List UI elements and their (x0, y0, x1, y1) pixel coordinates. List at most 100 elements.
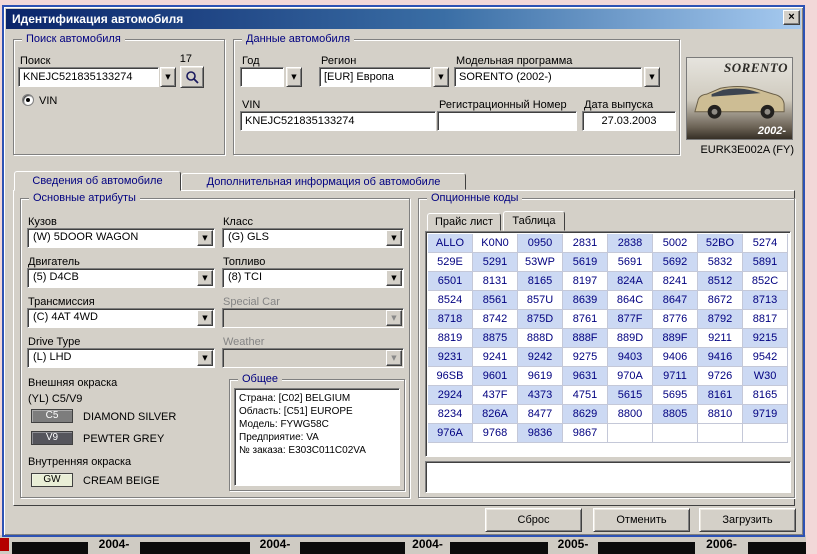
class-combo[interactable]: (G) GLS ▼ (222, 228, 404, 248)
option-code-cell[interactable]: 9601 (473, 367, 518, 386)
option-code-cell[interactable]: 9403 (608, 348, 653, 367)
engine-combo[interactable]: (5) D4CB ▼ (27, 268, 215, 288)
option-code-cell[interactable]: 8761 (563, 310, 608, 329)
option-code-cell[interactable]: 9619 (518, 367, 563, 386)
search-input[interactable] (18, 67, 159, 87)
option-code-cell[interactable] (653, 424, 698, 443)
model-program-field[interactable] (454, 67, 642, 87)
option-code-cell[interactable]: 9406 (653, 348, 698, 367)
option-code-cell[interactable]: 0950 (518, 234, 563, 253)
option-code-cell[interactable]: 9631 (563, 367, 608, 386)
option-code-cell[interactable]: 2838 (608, 234, 653, 253)
option-code-cell[interactable]: 5695 (653, 386, 698, 405)
tab-price-list[interactable]: Прайс лист (427, 213, 501, 231)
option-code-cell[interactable]: 875D (518, 310, 563, 329)
option-code-cell[interactable]: K0N0 (473, 234, 518, 253)
tab-table[interactable]: Таблица (503, 211, 565, 231)
option-code-cell[interactable]: 889F (653, 329, 698, 348)
tab-additional-info[interactable]: Дополнительная информация об автомобиле (181, 173, 466, 190)
option-code-cell[interactable]: 8639 (563, 291, 608, 310)
option-code-cell[interactable]: 52BO (698, 234, 743, 253)
option-code-cell[interactable]: 8817 (743, 310, 788, 329)
option-code-cell[interactable]: 8161 (698, 386, 743, 405)
option-code-cell[interactable]: 8241 (653, 272, 698, 291)
reset-button[interactable]: Сброс (485, 508, 582, 532)
option-code-cell[interactable]: 852C (743, 272, 788, 291)
option-code-cell[interactable]: 9836 (518, 424, 563, 443)
option-code-cell[interactable]: 5692 (653, 253, 698, 272)
drive-type-combo[interactable]: (L) LHD ▼ (27, 348, 215, 368)
option-code-cell[interactable]: 8713 (743, 291, 788, 310)
option-code-cell[interactable]: 888F (563, 329, 608, 348)
option-code-cell[interactable]: 889D (608, 329, 653, 348)
search-dropdown-button[interactable]: ▼ (160, 67, 176, 87)
option-code-cell[interactable]: 8875 (473, 329, 518, 348)
option-code-cell[interactable]: 888D (518, 329, 563, 348)
model-program-dropdown-button[interactable]: ▼ (644, 67, 660, 87)
option-code-cell[interactable]: 5615 (608, 386, 653, 405)
option-code-cell[interactable]: 877F (608, 310, 653, 329)
option-code-cell[interactable] (698, 424, 743, 443)
option-code-cell[interactable]: 5891 (743, 253, 788, 272)
option-code-cell[interactable]: 9416 (698, 348, 743, 367)
class-combo-arrow-icon[interactable]: ▼ (386, 230, 402, 246)
option-code-cell[interactable]: 8810 (698, 405, 743, 424)
year-dropdown-button[interactable]: ▼ (286, 67, 302, 87)
option-code-cell[interactable]: 2831 (563, 234, 608, 253)
option-code-cell[interactable]: 8742 (473, 310, 518, 329)
option-code-cell[interactable] (743, 424, 788, 443)
vin-field[interactable] (240, 111, 436, 131)
vin-radio[interactable] (22, 94, 34, 106)
option-code-cell[interactable]: 9719 (743, 405, 788, 424)
cancel-button[interactable]: Отменить (593, 508, 690, 532)
option-code-cell[interactable]: 9275 (563, 348, 608, 367)
option-code-cell[interactable]: 53WP (518, 253, 563, 272)
option-code-cell[interactable]: 826A (473, 405, 518, 424)
tab-vehicle-info[interactable]: Сведения об автомобиле (14, 171, 181, 191)
close-button[interactable]: × (783, 10, 800, 25)
option-code-cell[interactable]: 6501 (428, 272, 473, 291)
option-code-cell[interactable]: 8477 (518, 405, 563, 424)
option-code-cell[interactable]: 8131 (473, 272, 518, 291)
option-code-cell[interactable]: 8524 (428, 291, 473, 310)
reg-number-field[interactable] (437, 111, 577, 131)
option-code-cell[interactable]: ALLO (428, 234, 473, 253)
option-code-cell[interactable]: 9726 (698, 367, 743, 386)
option-code-cell[interactable] (608, 424, 653, 443)
option-code-cell[interactable]: 8800 (608, 405, 653, 424)
option-code-cell[interactable]: 9867 (563, 424, 608, 443)
option-code-cell[interactable]: 8512 (698, 272, 743, 291)
option-code-cell[interactable]: 5832 (698, 253, 743, 272)
option-code-cell[interactable]: 8197 (563, 272, 608, 291)
option-code-cell[interactable]: 8165 (743, 386, 788, 405)
option-code-cell[interactable]: 5274 (743, 234, 788, 253)
issue-date-field[interactable] (582, 111, 676, 131)
option-code-cell[interactable]: 437F (473, 386, 518, 405)
fuel-combo-arrow-icon[interactable]: ▼ (386, 270, 402, 286)
transmission-combo[interactable]: (C) 4AT 4WD ▼ (27, 308, 215, 328)
option-code-cell[interactable]: 8672 (698, 291, 743, 310)
option-code-cell[interactable]: 96SB (428, 367, 473, 386)
option-code-cell[interactable]: 970A (608, 367, 653, 386)
option-code-cell[interactable]: 4373 (518, 386, 563, 405)
option-code-cell[interactable]: 8165 (518, 272, 563, 291)
year-field[interactable] (240, 67, 284, 87)
option-code-cell[interactable]: 9768 (473, 424, 518, 443)
option-code-cell[interactable]: 8629 (563, 405, 608, 424)
option-code-cell[interactable]: 5291 (473, 253, 518, 272)
option-code-cell[interactable]: 4751 (563, 386, 608, 405)
option-code-cell[interactable]: 529E (428, 253, 473, 272)
option-code-cell[interactable]: 8647 (653, 291, 698, 310)
option-code-cell[interactable]: 9542 (743, 348, 788, 367)
load-button[interactable]: Загрузить (699, 508, 796, 532)
option-code-cell[interactable]: W30 (743, 367, 788, 386)
option-code-cell[interactable]: 8718 (428, 310, 473, 329)
search-button[interactable] (180, 66, 204, 88)
fuel-combo[interactable]: (8) TCI ▼ (222, 268, 404, 288)
option-code-cell[interactable]: 9231 (428, 348, 473, 367)
option-code-cell[interactable]: 5002 (653, 234, 698, 253)
engine-combo-arrow-icon[interactable]: ▼ (197, 270, 213, 286)
option-code-cell[interactable]: 8819 (428, 329, 473, 348)
option-code-cell[interactable]: 9215 (743, 329, 788, 348)
option-code-cell[interactable]: 9711 (653, 367, 698, 386)
